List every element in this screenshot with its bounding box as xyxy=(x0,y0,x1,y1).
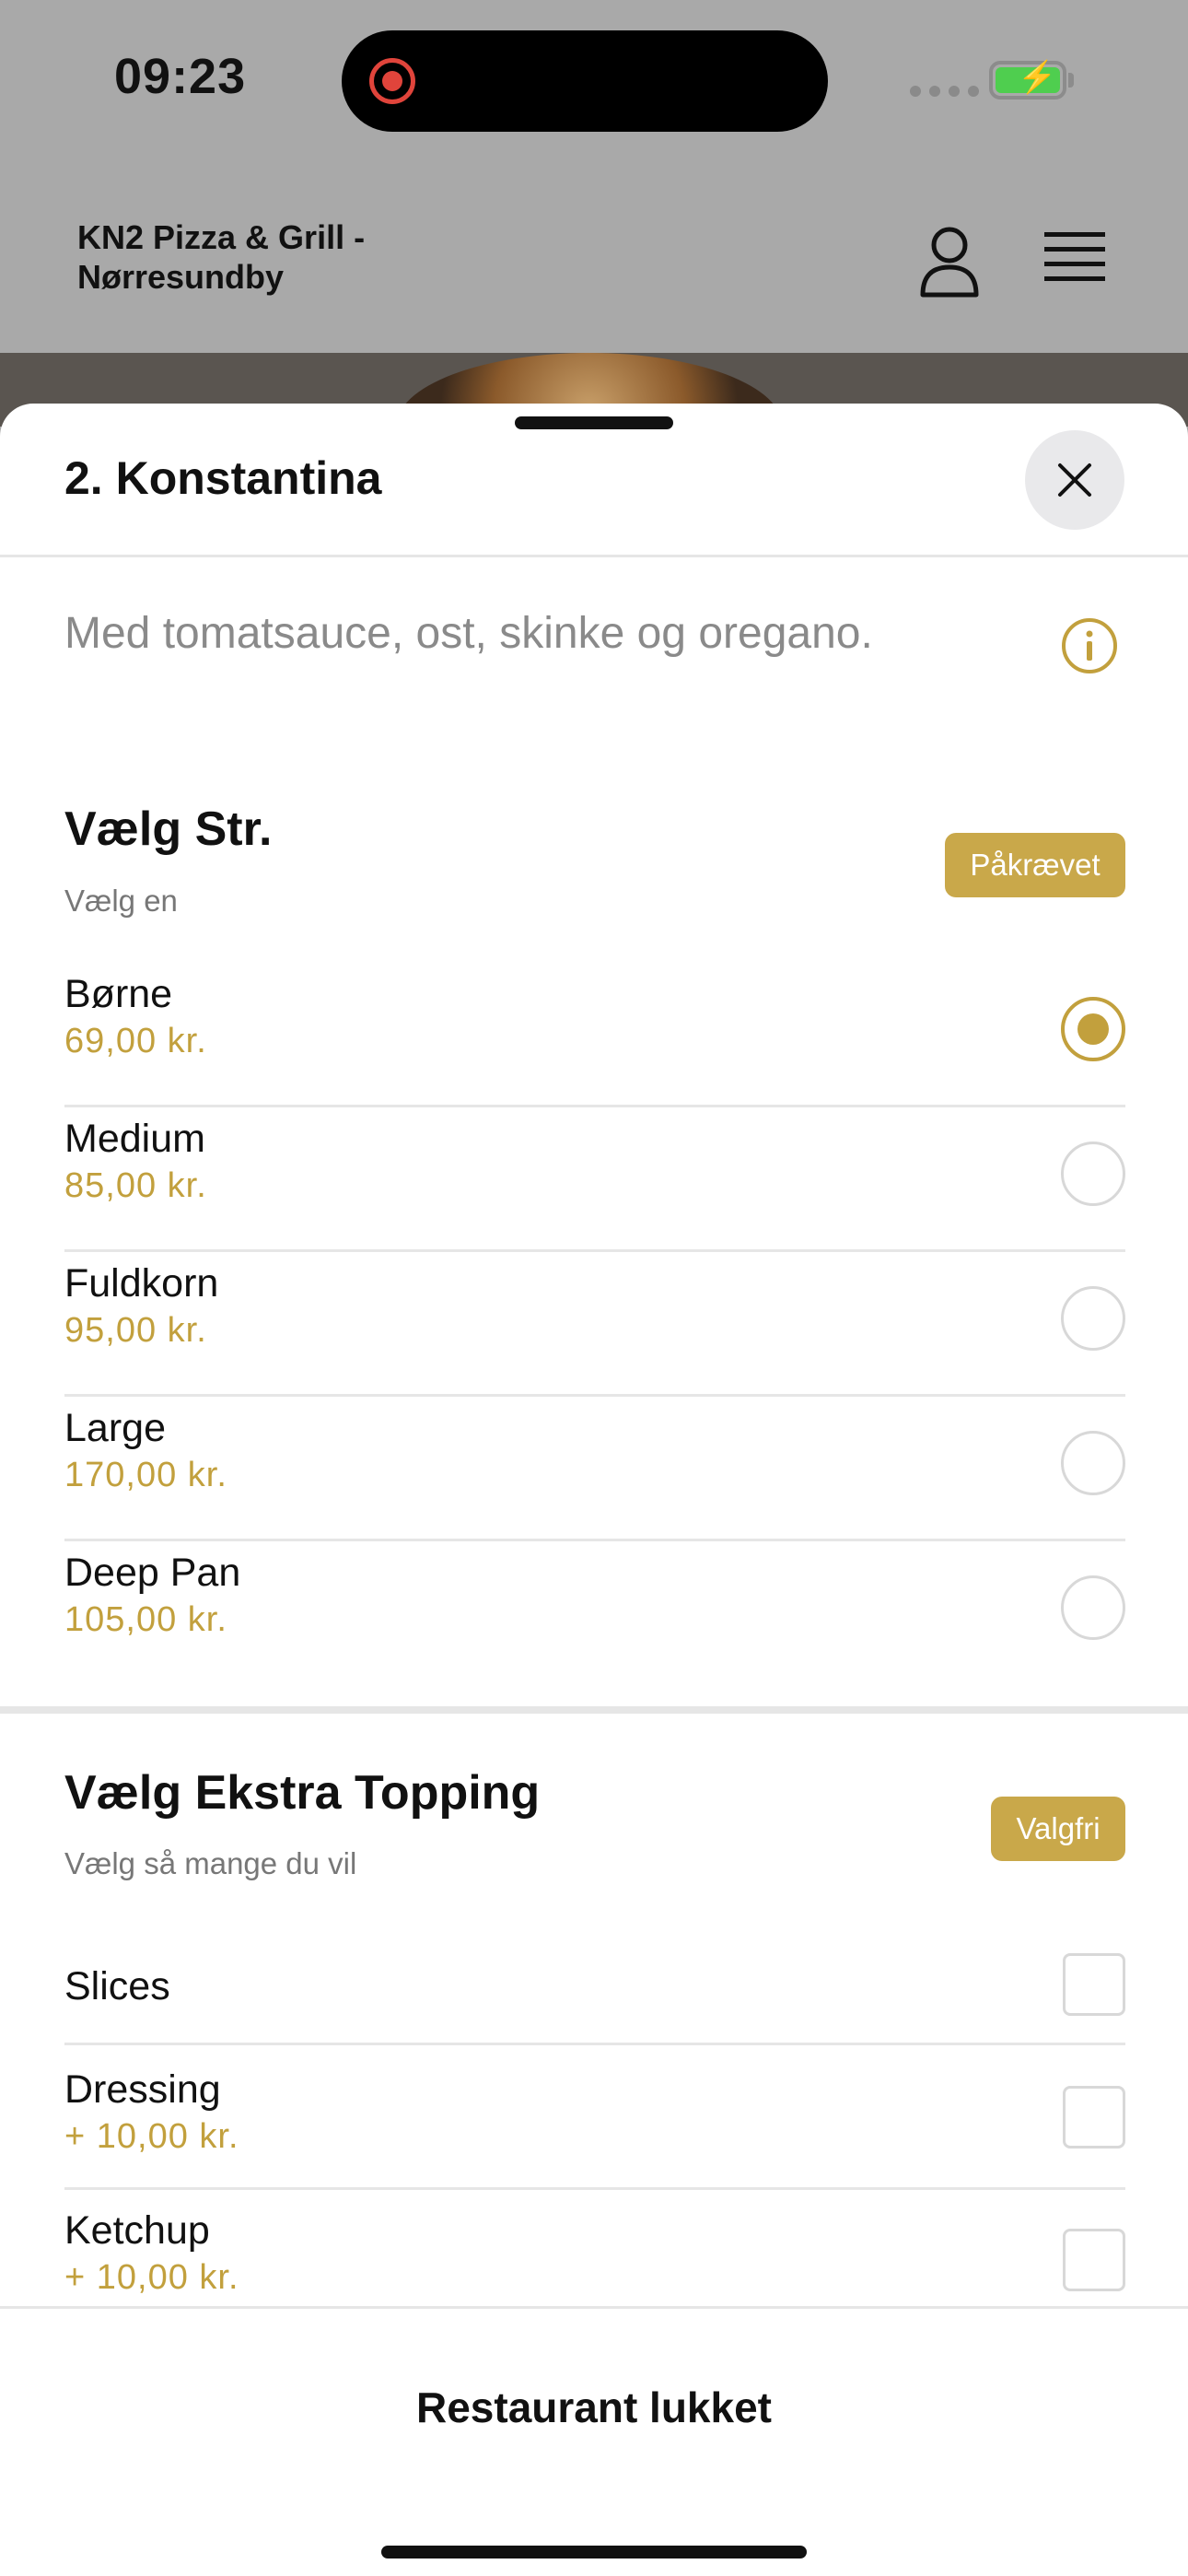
section-divider xyxy=(0,1706,1188,1714)
battery-icon: ⚡ xyxy=(989,61,1066,100)
option-price: + 10,00 kr. xyxy=(64,2117,239,2156)
app-header: KN2 Pizza & Grill - Nørresundby xyxy=(0,166,1188,353)
option-name: Ketchup xyxy=(64,2208,210,2253)
radio-button[interactable] xyxy=(1061,1431,1125,1495)
radio-button[interactable] xyxy=(1061,1575,1125,1640)
option-price: 85,00 kr. xyxy=(64,1166,207,1205)
close-icon xyxy=(1058,463,1091,497)
size-option-row[interactable]: Large 170,00 kr. xyxy=(64,1397,1125,1541)
info-icon[interactable] xyxy=(1061,617,1118,674)
restaurant-name[interactable]: KN2 Pizza & Grill - Nørresundby xyxy=(77,217,464,297)
option-price: 69,00 kr. xyxy=(64,1022,207,1060)
topping-option-row[interactable]: Dressing + 10,00 kr. xyxy=(64,2045,1125,2190)
recording-icon xyxy=(369,58,415,104)
topping-option-row[interactable]: Slices xyxy=(64,1924,1125,2045)
option-name: Slices xyxy=(64,1964,170,2008)
option-name: Fuldkorn xyxy=(64,1261,219,1306)
option-name: Large xyxy=(64,1406,166,1450)
optional-badge: Valgfri xyxy=(991,1797,1125,1861)
option-name: Dressing xyxy=(64,2067,221,2112)
option-name: Deep Pan xyxy=(64,1551,241,1595)
option-name: Børne xyxy=(64,972,173,1016)
option-price: 170,00 kr. xyxy=(64,1456,227,1494)
restaurant-closed-label[interactable]: Restaurant lukket xyxy=(0,2383,1188,2432)
divider xyxy=(0,555,1188,557)
sheet-grabber[interactable] xyxy=(515,416,673,429)
menu-icon[interactable] xyxy=(1044,230,1105,284)
charging-bolt-icon: ⚡ xyxy=(1018,60,1057,95)
status-bar: 09:23 ⚡ xyxy=(0,0,1188,166)
battery-cap xyxy=(1068,73,1074,88)
radio-button[interactable] xyxy=(1061,1286,1125,1351)
size-option-row[interactable]: Børne 69,00 kr. xyxy=(64,963,1125,1107)
topping-group-title: Vælg Ekstra Topping xyxy=(64,1766,541,1820)
user-icon[interactable] xyxy=(917,225,982,299)
dynamic-island xyxy=(342,30,828,132)
checkbox[interactable] xyxy=(1063,1953,1125,2016)
footer-bar: Restaurant lukket xyxy=(0,2306,1188,2576)
required-badge: Påkrævet xyxy=(945,833,1125,897)
close-button[interactable] xyxy=(1025,430,1124,530)
option-price: 105,00 kr. xyxy=(64,1600,227,1639)
status-time: 09:23 xyxy=(114,49,247,104)
size-option-row[interactable]: Fuldkorn 95,00 kr. xyxy=(64,1252,1125,1397)
option-price: 95,00 kr. xyxy=(64,1311,207,1350)
option-price: + 10,00 kr. xyxy=(64,2258,239,2297)
size-group-title: Vælg Str. xyxy=(64,802,273,856)
radio-button[interactable] xyxy=(1061,1142,1125,1206)
option-name: Medium xyxy=(64,1117,205,1161)
checkbox[interactable] xyxy=(1063,2229,1125,2291)
topping-group-subtitle: Vælg så mange du vil xyxy=(64,1846,357,1880)
product-sheet: 2. Konstantina Med tomatsauce, ost, skin… xyxy=(0,404,1188,2576)
product-title: 2. Konstantina xyxy=(64,452,382,504)
checkbox[interactable] xyxy=(1063,2086,1125,2149)
product-description: Med tomatsauce, ost, skinke og oregano. xyxy=(64,609,873,658)
signal-icon xyxy=(910,86,979,97)
size-group-subtitle: Vælg en xyxy=(64,884,178,918)
radio-selected[interactable] xyxy=(1061,997,1125,1061)
home-indicator[interactable] xyxy=(381,2546,807,2558)
size-option-row[interactable]: Medium 85,00 kr. xyxy=(64,1107,1125,1252)
size-option-row[interactable]: Deep Pan 105,00 kr. xyxy=(64,1541,1125,1686)
